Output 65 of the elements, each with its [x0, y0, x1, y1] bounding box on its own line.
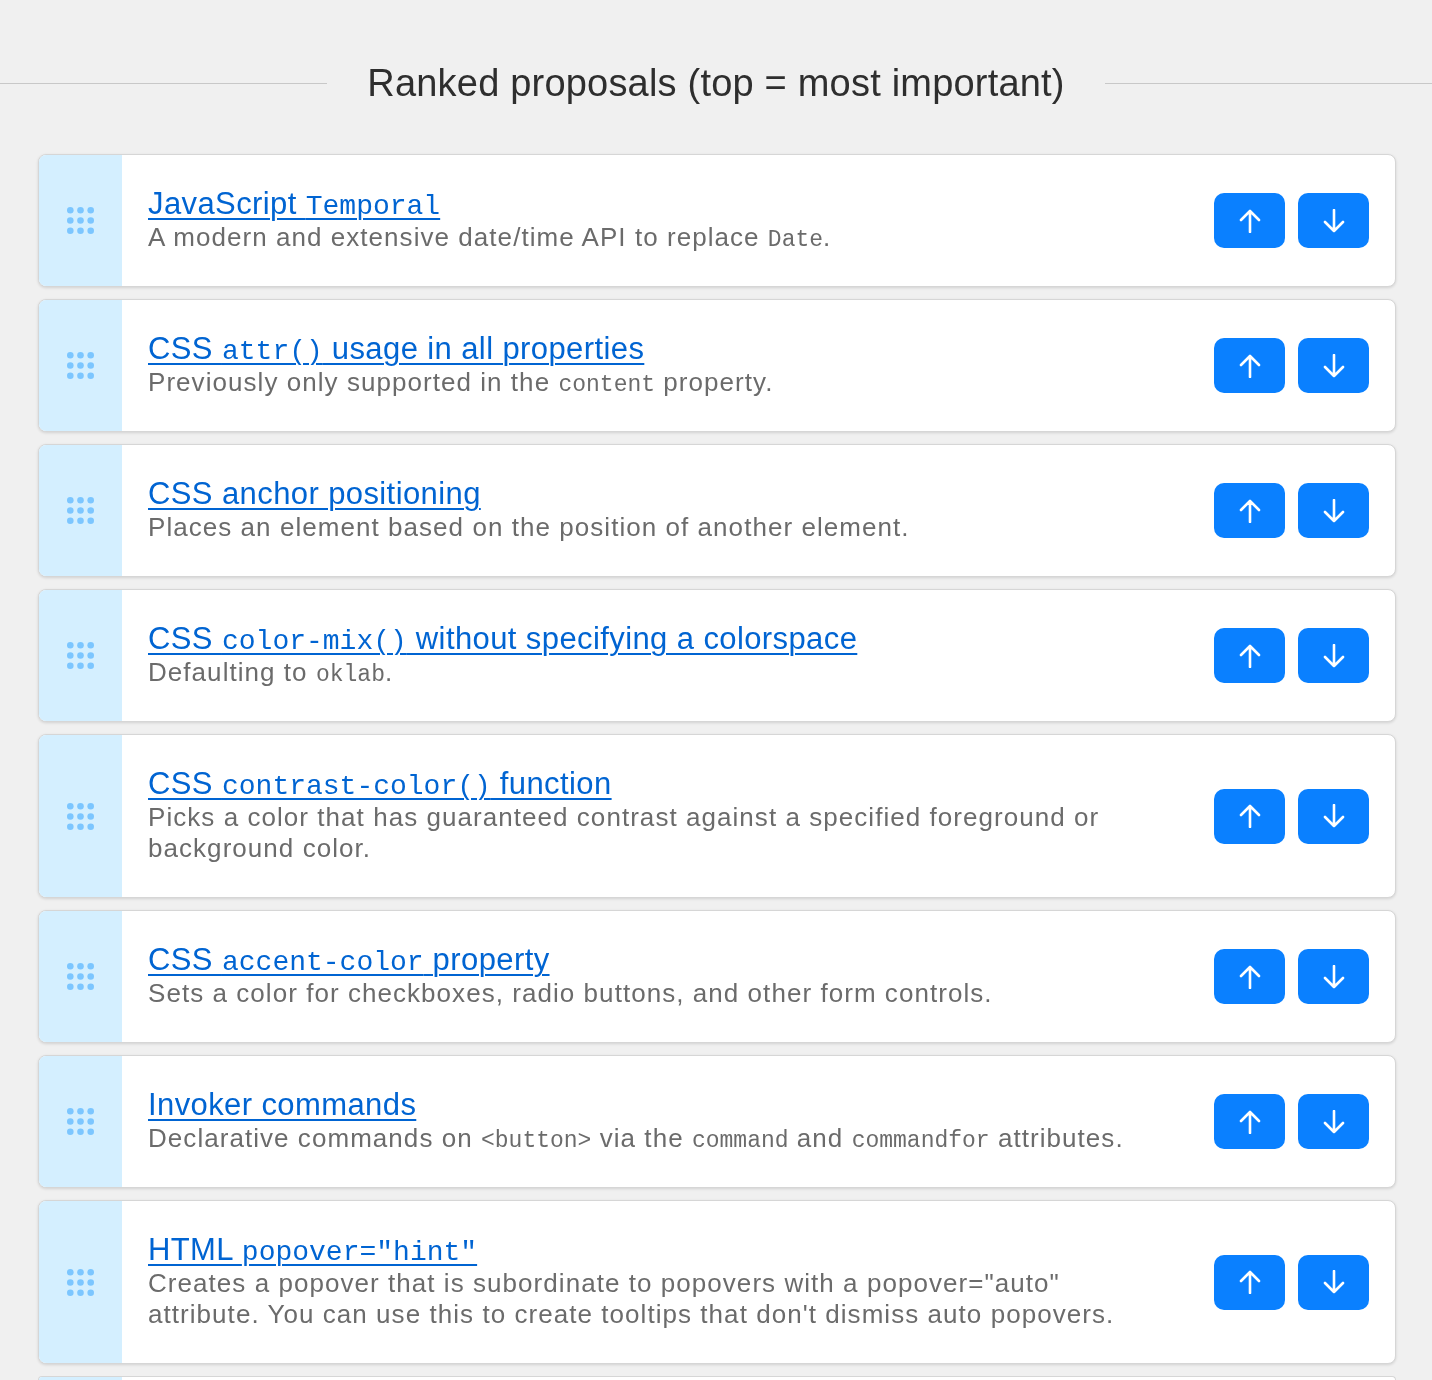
move-down-button[interactable] [1298, 483, 1369, 538]
arrow-up-icon [1238, 208, 1261, 233]
proposal-title-link[interactable]: CSS accent-color property [148, 942, 550, 978]
proposal-description: A modern and extensive date/time API to replace Date. [148, 222, 832, 253]
move-up-button[interactable] [1214, 1094, 1285, 1149]
move-up-button[interactable] [1214, 338, 1285, 393]
grip-dots-icon [67, 207, 94, 234]
grip-dots-icon [67, 352, 94, 379]
move-down-button[interactable] [1298, 338, 1369, 393]
proposal-description: Sets a color for checkboxes, radio buttons, and other form controls. [148, 978, 993, 1009]
proposal-title-link[interactable]: JavaScript Temporal [148, 186, 441, 222]
arrow-up-icon [1238, 498, 1261, 523]
section-heading: Ranked proposals (top = most important) [367, 61, 1065, 106]
move-up-button[interactable] [1214, 949, 1285, 1004]
move-down-button[interactable] [1298, 193, 1369, 248]
arrow-down-icon [1322, 208, 1345, 233]
move-up-button[interactable] [1214, 788, 1285, 844]
move-down-button[interactable] [1298, 1094, 1369, 1149]
drag-handle[interactable] [39, 300, 122, 431]
drag-handle[interactable] [39, 735, 122, 897]
arrow-up-icon [1238, 643, 1261, 668]
move-up-button[interactable] [1214, 483, 1285, 538]
proposal-title-link[interactable]: Invoker commands [148, 1087, 417, 1123]
arrow-down-icon [1322, 1109, 1345, 1134]
grip-dots-icon [67, 802, 94, 830]
move-down-button[interactable] [1298, 788, 1369, 844]
grip-dots-icon [67, 963, 94, 990]
move-down-button[interactable] [1298, 949, 1369, 1004]
grip-dots-icon [67, 642, 94, 669]
proposal-description: Declarative commands on <button> via the command and commandfor attributes. [148, 1123, 1124, 1154]
proposal-title-link[interactable]: CSS contrast-color() function [148, 766, 612, 802]
move-down-button[interactable] [1298, 1254, 1369, 1310]
arrow-up-icon [1238, 964, 1261, 989]
move-up-button[interactable] [1214, 193, 1285, 248]
proposal-description: Places an element based on the position of another element. [148, 512, 910, 543]
grip-dots-icon [67, 497, 94, 524]
proposal-title-link[interactable]: HTML popover="hint" [148, 1232, 478, 1268]
proposal-title-link[interactable]: CSS attr() usage in all properties [148, 331, 645, 367]
move-up-button[interactable] [1214, 1254, 1285, 1310]
proposal-description: Previously only supported in the content property. [148, 367, 774, 398]
arrow-up-icon [1238, 1109, 1261, 1134]
move-up-button[interactable] [1214, 628, 1285, 683]
drag-handle[interactable] [39, 1201, 122, 1363]
arrow-down-icon [1322, 498, 1345, 523]
drag-handle[interactable] [39, 445, 122, 576]
arrow-down-icon [1322, 353, 1345, 378]
arrow-down-icon [1322, 804, 1345, 828]
drag-handle[interactable] [39, 911, 122, 1042]
arrow-up-icon [1238, 353, 1261, 378]
move-down-button[interactable] [1298, 628, 1369, 683]
arrow-down-icon [1322, 643, 1345, 668]
drag-handle[interactable] [39, 590, 122, 721]
drag-handle[interactable] [39, 155, 122, 286]
drag-handle[interactable] [39, 1056, 122, 1187]
proposal-title-link[interactable]: CSS anchor positioning [148, 476, 481, 512]
proposal-title-link[interactable]: CSS color-mix() without specifying a colorspace [148, 621, 858, 657]
arrow-down-icon [1322, 1270, 1345, 1294]
grip-dots-icon [67, 1268, 94, 1296]
proposal-description: Defaulting to oklab. [148, 657, 394, 688]
grip-dots-icon [67, 1108, 94, 1135]
arrow-down-icon [1322, 964, 1345, 989]
proposal-description: Picks a color that has guaranteed contrast against a specified foreground or background color. [148, 802, 1101, 864]
arrow-up-icon [1238, 804, 1261, 828]
arrow-up-icon [1238, 1270, 1261, 1294]
proposal-description: Creates a popover that is subordinate to popovers with a popover="auto" attribute. You can use this to create tooltips that don't dismiss auto popovers. [148, 1268, 1116, 1330]
